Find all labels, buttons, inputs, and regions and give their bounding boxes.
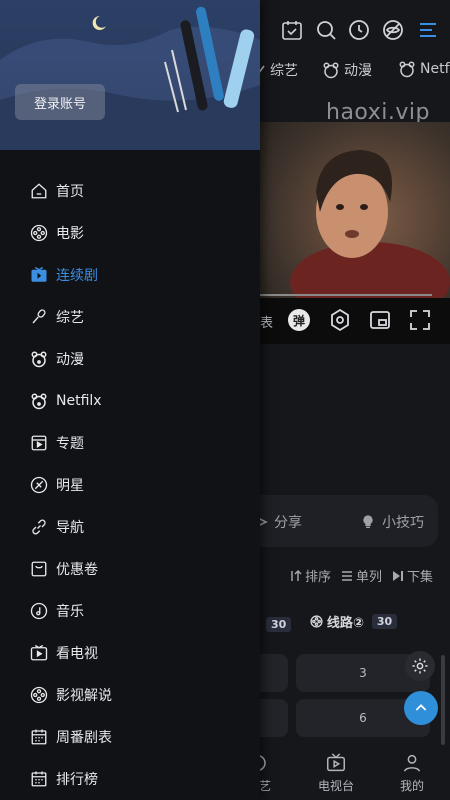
share-tips-card: 分享 小技巧 bbox=[257, 495, 438, 547]
route-2-tab[interactable]: 线路② 30 bbox=[310, 612, 398, 631]
video-frame bbox=[260, 122, 450, 322]
microphone-icon bbox=[32, 309, 46, 324]
route-selector: 30 线路② 30 bbox=[262, 612, 398, 632]
fullscreen-icon[interactable] bbox=[408, 308, 432, 332]
login-button[interactable]: 登录账号 bbox=[15, 84, 105, 120]
star-icon bbox=[30, 476, 48, 494]
scroll-top-button[interactable] bbox=[404, 691, 438, 725]
tips-button[interactable]: 小技巧 bbox=[360, 512, 424, 532]
hexagon-settings-icon[interactable] bbox=[328, 308, 352, 332]
film-reel-icon bbox=[30, 686, 48, 704]
share-button[interactable]: 分享 bbox=[256, 512, 302, 532]
episode-sort-row: 排序 单列 下集 bbox=[288, 566, 433, 585]
history-icon[interactable] bbox=[347, 18, 371, 42]
bear-icon bbox=[399, 61, 415, 78]
nav-profile[interactable]: 我的 bbox=[400, 752, 424, 794]
menu-item-series[interactable]: 连续剧 bbox=[0, 255, 260, 295]
eye-off-icon[interactable] bbox=[381, 18, 405, 42]
list-icon bbox=[342, 570, 353, 581]
link-icon bbox=[32, 519, 46, 535]
menu-item-rankings[interactable]: 排行榜 bbox=[0, 759, 260, 799]
gear-icon bbox=[412, 658, 428, 674]
video-still-image bbox=[290, 150, 450, 322]
tv-play-icon bbox=[31, 266, 47, 282]
danmaku-toggle[interactable]: 弹 bbox=[288, 309, 310, 331]
category-tabs: 综艺 动漫 Netf bbox=[257, 56, 450, 84]
tab-netflix[interactable]: Netf bbox=[398, 60, 450, 78]
scrollbar[interactable] bbox=[441, 655, 445, 745]
ski-header-illustration bbox=[0, 6, 260, 150]
sort-button[interactable]: 排序 bbox=[288, 566, 331, 585]
video-progress-bar[interactable] bbox=[260, 294, 432, 296]
screen-cast-icon[interactable] bbox=[368, 308, 392, 332]
next-icon bbox=[393, 570, 404, 581]
home-icon bbox=[31, 183, 47, 199]
menu-item-topics[interactable]: 专题 bbox=[0, 423, 260, 463]
route-2-count: 30 bbox=[371, 614, 398, 629]
bottom-navigation: 艺 电视台 我的 bbox=[254, 748, 450, 800]
menu-item-home[interactable]: 首页 bbox=[0, 171, 260, 211]
settings-fab[interactable] bbox=[405, 651, 435, 681]
episode-button-partial[interactable] bbox=[260, 699, 288, 737]
menu-item-anime[interactable]: 动漫 bbox=[0, 339, 260, 379]
menu-item-movie[interactable]: 电影 bbox=[0, 213, 260, 253]
menu-item-navigation[interactable]: 导航 bbox=[0, 507, 260, 547]
tab-anime[interactable]: 动漫 bbox=[322, 60, 372, 80]
calendar-icon bbox=[31, 729, 47, 745]
menu-item-coupons[interactable]: 优惠卷 bbox=[0, 549, 260, 589]
drawer-header: 登录账号 bbox=[0, 0, 260, 150]
single-column-button[interactable]: 单列 bbox=[341, 566, 382, 585]
bear-icon bbox=[323, 62, 339, 79]
next-episode-button[interactable]: 下集 bbox=[392, 566, 433, 585]
menu-item-music[interactable]: 音乐 bbox=[0, 591, 260, 631]
coupon-icon bbox=[31, 561, 47, 577]
film-reel-icon bbox=[30, 224, 48, 242]
tv-icon bbox=[30, 644, 48, 661]
partial-label: 表 bbox=[260, 316, 274, 331]
episode-button-partial[interactable] bbox=[260, 654, 288, 692]
menu-item-netflix[interactable]: Netfilx bbox=[0, 381, 260, 421]
tv-icon bbox=[327, 753, 345, 772]
menu-item-watch-tv[interactable]: 看电视 bbox=[0, 633, 260, 673]
lightbulb-icon bbox=[363, 515, 373, 528]
nav-tv-station[interactable]: 电视台 bbox=[318, 752, 354, 794]
top-toolbar bbox=[260, 0, 450, 60]
search-icon[interactable] bbox=[314, 18, 338, 42]
user-icon bbox=[403, 754, 421, 772]
bear-icon bbox=[31, 351, 47, 368]
bear-icon bbox=[31, 393, 47, 410]
chevron-up-icon bbox=[415, 704, 427, 711]
calendar-check-icon[interactable] bbox=[280, 18, 304, 42]
menu-item-weekly-schedule[interactable]: 周番剧表 bbox=[0, 717, 260, 757]
menu-item-stars[interactable]: 明星 bbox=[0, 465, 260, 505]
menu-item-variety[interactable]: 综艺 bbox=[0, 297, 260, 337]
film-reel-icon bbox=[310, 615, 323, 628]
sort-icon bbox=[291, 569, 302, 581]
calendar-icon bbox=[31, 771, 47, 787]
route-1-count: 30 bbox=[266, 617, 292, 632]
topic-icon bbox=[31, 435, 47, 451]
menu-item-commentary[interactable]: 影视解说 bbox=[0, 675, 260, 715]
menu-icon[interactable] bbox=[416, 18, 440, 42]
navigation-drawer: 登录账号 首页 电影 连续剧 综艺 动漫 Netfilx 专题 明星 导航 优惠… bbox=[0, 0, 260, 800]
tab-variety[interactable]: 综艺 bbox=[256, 60, 298, 80]
music-icon bbox=[30, 602, 48, 620]
